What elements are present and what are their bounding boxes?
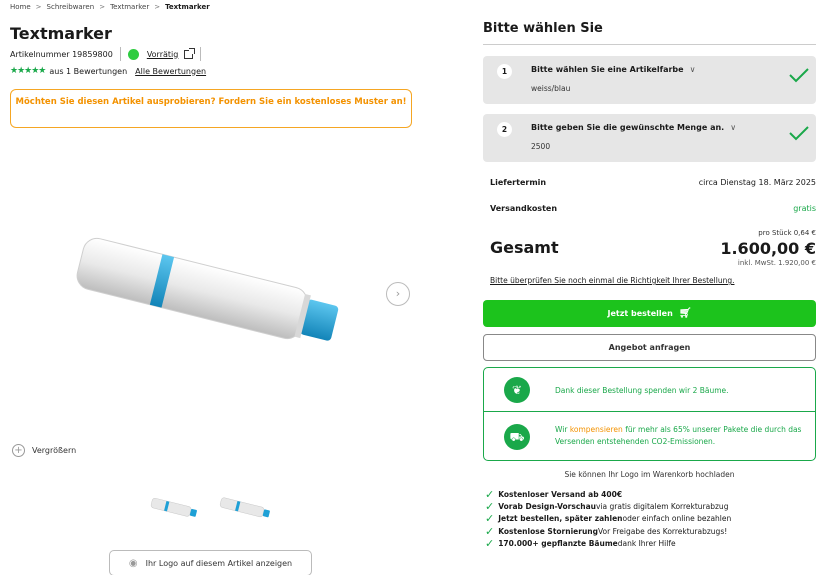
eco-trees-text: Dank dieser Bestellung spenden wir 2 Bäu… xyxy=(555,386,729,395)
color-step-label-text: Bitte wählen Sie eine Artikelfarbe xyxy=(531,65,684,74)
eco-co2-text: Wir kompensieren für mehr als 65% unsere… xyxy=(555,424,810,448)
order-button-label: Jetzt bestellen xyxy=(607,309,673,318)
breadcrumb-separator: > xyxy=(99,3,106,11)
compensate-link[interactable]: kompensieren xyxy=(570,425,623,434)
reviews-count: aus 1 Bewertungen xyxy=(49,66,128,76)
check-icon: ✓ xyxy=(485,536,495,550)
step-number: 2 xyxy=(497,122,512,137)
thumbnail-2[interactable] xyxy=(218,495,273,521)
chevron-down-icon: ∨ xyxy=(730,123,737,132)
breadcrumb-home[interactable]: Home xyxy=(10,3,31,11)
breadcrumb-schreibwaren[interactable]: Schreibwaren xyxy=(47,3,95,11)
eye-icon: ◉ xyxy=(128,557,138,569)
benefit-bold: 170.000+ gepflanzte Bäume xyxy=(498,538,618,548)
zoom-label: Vergrößern xyxy=(32,446,77,455)
breadcrumb-textmarker[interactable]: Textmarker xyxy=(110,3,149,11)
cart-icon: 🛒︎ xyxy=(678,308,692,319)
order-button[interactable]: Jetzt bestellen 🛒︎ xyxy=(483,300,816,327)
quantity-step-label-text: Bitte geben Sie die gewünschte Menge an. xyxy=(531,123,725,132)
leaf-icon: ❦ xyxy=(504,377,530,403)
breadcrumb: Home > Schreibwaren > Textmarker > Textm… xyxy=(10,3,210,11)
step-number: 1 xyxy=(497,64,512,79)
delivery-value: circa Dienstag 18. März 2025 xyxy=(698,178,816,187)
external-link-icon[interactable] xyxy=(184,47,196,59)
check-icon xyxy=(789,126,809,141)
next-image-button[interactable]: › xyxy=(386,282,410,306)
divider xyxy=(484,411,815,412)
thumbnail-1[interactable] xyxy=(149,495,199,521)
upload-note: Sie können Ihr Logo im Warenkorb hochlad… xyxy=(564,470,735,479)
request-offer-button[interactable]: Angebot anfragen xyxy=(483,334,816,361)
total-label: Gesamt xyxy=(490,238,559,257)
divider xyxy=(119,47,121,61)
vat-note: inkl. MwSt. 1.920,00 € xyxy=(737,259,816,267)
breadcrumb-current: Textmarker xyxy=(165,3,210,11)
divider xyxy=(200,47,202,61)
quantity-step-value: 2500 xyxy=(531,142,551,151)
rating: ★★★★★ aus 1 Bewertungen Alle Bewertungen xyxy=(10,66,206,76)
availability-dot-icon xyxy=(127,48,139,60)
breadcrumb-separator: > xyxy=(154,3,161,11)
eco-box: ❦ Dank dieser Bestellung spenden wir 2 B… xyxy=(483,367,816,461)
benefits-list: ✓ Kostenloser Versand ab 400€ ✓ Vorab Desi… xyxy=(485,488,731,550)
benefit-rest: dank Ihrer Hilfe xyxy=(617,538,676,548)
benefit-bold: Jetzt bestellen, später zahlen xyxy=(498,514,623,524)
sample-request-button[interactable]: Möchten Sie diesen Artikel ausprobieren?… xyxy=(10,89,412,128)
breadcrumb-separator: > xyxy=(35,3,42,11)
divider xyxy=(483,44,816,45)
color-step-label: Bitte wählen Sie eine Artikelfarbe ∨ xyxy=(531,65,695,74)
color-step-value: weiss/blau xyxy=(531,84,571,93)
list-item: ✓ Kostenloser Versand ab 400€ xyxy=(485,488,731,501)
total-value: 1.600,00 € xyxy=(720,239,816,258)
logo-preview-button[interactable]: ◉ Ihr Logo auf diesem Artikel anzeigen xyxy=(109,550,312,575)
quantity-step-label: Bitte geben Sie die gewünschte Menge an.… xyxy=(531,123,736,132)
check-icon xyxy=(789,68,809,83)
benefit-rest: oder einfach online bezahlen xyxy=(622,514,732,524)
unit-price: pro Stück 0,64 € xyxy=(758,229,816,237)
benefit-bold: Kostenlose Stornierung xyxy=(498,526,598,536)
shipping-label: Versandkosten xyxy=(490,204,558,213)
benefit-bold: Vorab Design-Vorschau xyxy=(498,502,597,512)
eco-co2-pre: Wir xyxy=(555,425,570,434)
benefit-rest: via gratis digitalem Korrekturabzug xyxy=(596,502,729,512)
page-title: Textmarker xyxy=(10,24,112,43)
zoom-in-icon: + xyxy=(12,444,25,457)
product-meta: Artikelnummer 19859800 Vorrätig xyxy=(10,47,208,61)
delivery-truck-icon: ⛟ xyxy=(504,424,530,450)
check-order-link[interactable]: Bitte überprüfen Sie noch einmal die Ric… xyxy=(490,276,734,285)
delivery-label: Liefertermin xyxy=(490,178,547,187)
shipping-value: gratis xyxy=(793,204,816,213)
product-image xyxy=(76,237,339,341)
check-icon: ✓ xyxy=(485,524,495,538)
benefit-rest: Vor Freigabe des Korrekturabzugs! xyxy=(598,526,728,536)
list-item: ✓ 170.000+ gepflanzte Bäume dank Ihrer Hi… xyxy=(485,536,731,550)
all-reviews-link[interactable]: Alle Bewertungen xyxy=(135,67,206,76)
availability-link[interactable]: Vorrätig xyxy=(147,50,179,59)
list-item: ✓ Vorab Design-Vorschau via gratis digita… xyxy=(485,500,731,513)
quantity-step[interactable]: 2 Bitte geben Sie die gewünschte Menge a… xyxy=(483,114,816,162)
color-step[interactable]: 1 Bitte wählen Sie eine Artikelfarbe ∨ we… xyxy=(483,56,816,104)
benefit-bold: Kostenloser Versand ab 400€ xyxy=(498,490,623,499)
article-number: Artikelnummer 19859800 xyxy=(10,49,113,59)
config-title: Bitte wählen Sie xyxy=(483,21,603,36)
list-item: ✓ Kostenlose Stornierung Vor Freigabe des… xyxy=(485,524,731,538)
logo-preview-label: Ihr Logo auf diesem Artikel anzeigen xyxy=(145,558,293,568)
list-item: ✓ Jetzt bestellen, später zahlen oder ein… xyxy=(485,513,731,525)
zoom-control[interactable]: + Vergrößern xyxy=(12,444,76,457)
chevron-down-icon: ∨ xyxy=(689,65,696,74)
rating-stars-icon: ★★★★★ xyxy=(10,66,46,76)
check-icon: ✓ xyxy=(485,512,495,526)
